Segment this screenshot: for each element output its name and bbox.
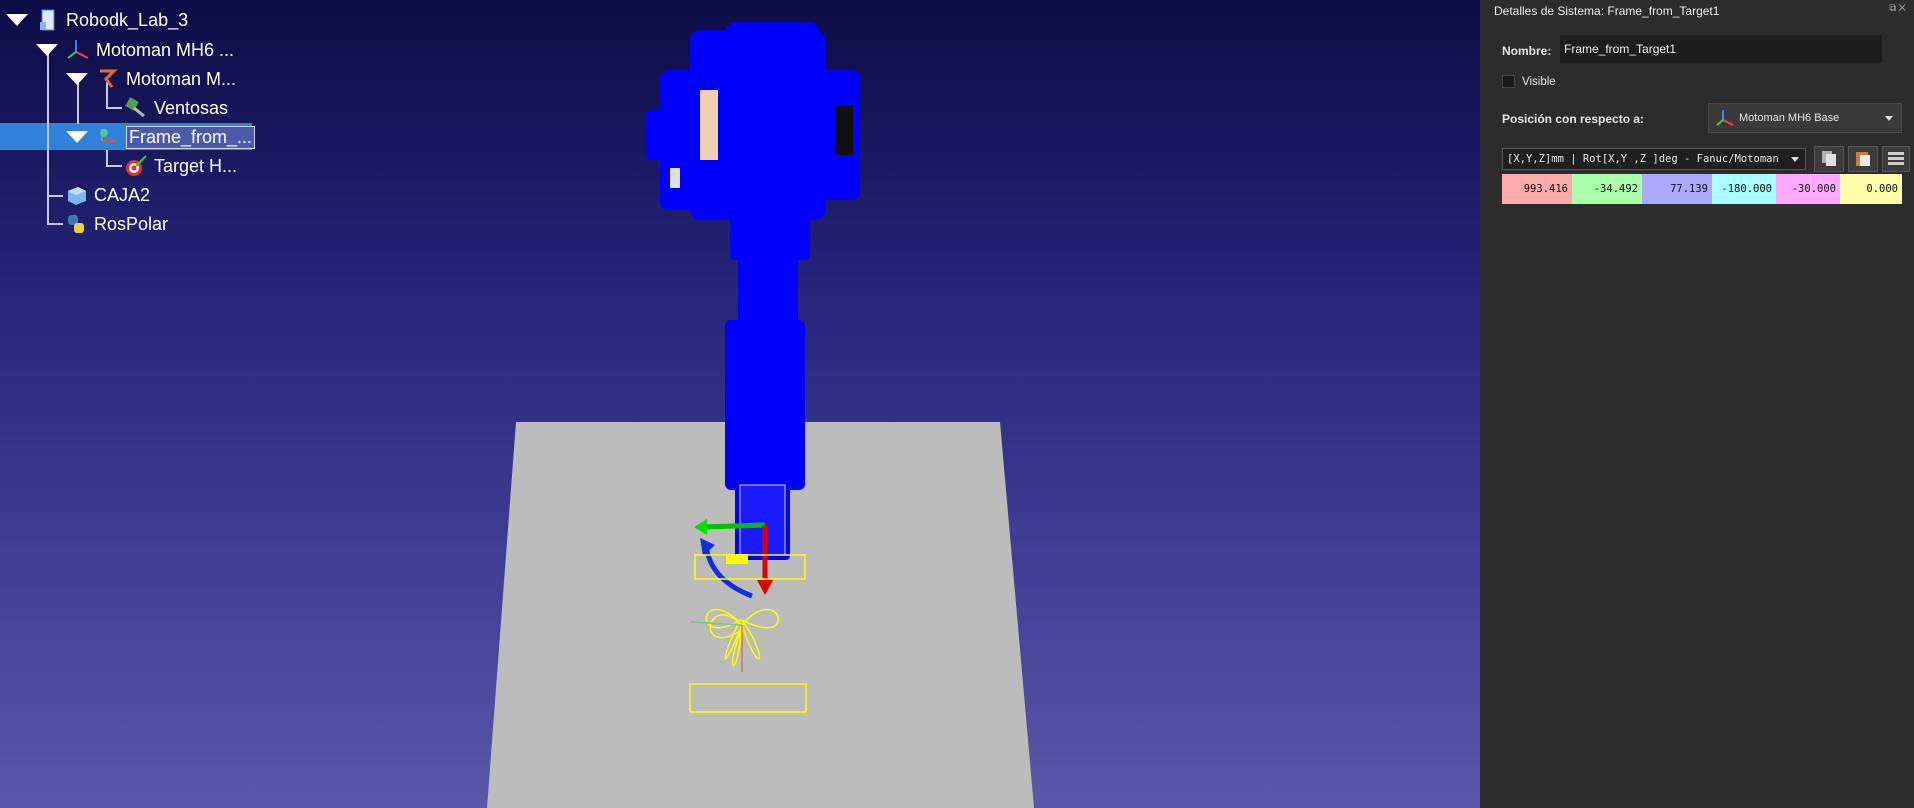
pose-format-value: [X,Y,Z]mm | Rot[X,Y ,Z ]deg - Fanuc/Moto… xyxy=(1507,153,1779,165)
tree-item-label: CAJA2 xyxy=(94,184,151,205)
tree-item-target[interactable]: Target H... xyxy=(124,152,237,180)
robot-icon xyxy=(96,67,120,91)
tree-item-label: Robodk_Lab_3 xyxy=(66,9,189,30)
chevron-down-icon xyxy=(1885,116,1893,121)
panel-float-close-icons[interactable]: ⧉✕ xyxy=(1889,3,1908,14)
station-icon xyxy=(36,8,60,32)
name-field[interactable] xyxy=(1560,35,1882,63)
visible-checkbox[interactable] xyxy=(1502,75,1515,88)
pose-value-field[interactable] xyxy=(1642,174,1712,204)
tree-item-label: RosPolar xyxy=(94,213,169,234)
expand-arrow-icon[interactable] xyxy=(6,14,28,26)
tree-connector xyxy=(47,52,49,224)
tree-item-tool[interactable]: Ventosas xyxy=(124,94,228,122)
copy-icon xyxy=(1820,149,1838,170)
copy-pose-button[interactable] xyxy=(1814,146,1844,172)
expand-arrow-icon[interactable] xyxy=(36,44,58,56)
paste-pose-button[interactable] xyxy=(1848,146,1878,172)
pose-value-field[interactable] xyxy=(1712,174,1776,204)
robot-base-frame-icon xyxy=(1715,108,1735,128)
reference-frame-icon xyxy=(96,125,120,149)
station-tree[interactable]: Robodk_Lab_3 Motoman MH6 ... Motoman M..… xyxy=(0,0,300,240)
menu-icon xyxy=(1887,150,1905,169)
tree-item-label: Motoman MH6 ... xyxy=(96,39,235,60)
name-label: Nombre: xyxy=(1502,44,1552,58)
tree-item-program[interactable]: RosPolar xyxy=(64,210,168,238)
tree-connector xyxy=(106,107,122,109)
expand-arrow-icon[interactable] xyxy=(66,131,88,143)
tree-item-label: Ventosas xyxy=(154,97,229,118)
pose-value-field[interactable] xyxy=(1776,174,1840,204)
tool-icon xyxy=(124,96,148,120)
details-panel: Detalles de Sistema: Frame_from_Target1 … xyxy=(1480,0,1914,808)
pose-value-field[interactable] xyxy=(1572,174,1642,204)
tree-item-label: Target H... xyxy=(154,155,238,176)
expand-arrow-icon[interactable] xyxy=(66,73,88,85)
tree-item-frame[interactable]: Frame_from_... xyxy=(66,123,256,151)
3d-viewport[interactable]: Robodk_Lab_3 Motoman MH6 ... Motoman M..… xyxy=(0,0,1480,808)
tree-item-robot[interactable]: Motoman M... xyxy=(66,65,236,93)
position-relative-label: Posición con respecto a: xyxy=(1502,112,1645,126)
reference-frame-value: Motoman MH6 Base xyxy=(1739,112,1840,124)
tree-connector xyxy=(106,165,122,167)
target-icon xyxy=(124,154,148,178)
chevron-down-icon xyxy=(1791,157,1799,162)
tree-item-station[interactable]: Robodk_Lab_3 xyxy=(6,6,188,34)
visible-label: Visible xyxy=(1522,76,1556,88)
tree-item-label: Motoman M... xyxy=(126,68,237,89)
robot-base-frame-icon xyxy=(66,38,90,62)
tree-item-robot-base[interactable]: Motoman MH6 ... xyxy=(36,36,234,64)
pose-value-field[interactable] xyxy=(1502,174,1572,204)
python-icon xyxy=(64,212,88,236)
reference-frame-select[interactable]: Motoman MH6 Base xyxy=(1708,103,1902,133)
tree-connector xyxy=(106,150,108,166)
tree-connector xyxy=(47,223,63,225)
tree-item-object[interactable]: CAJA2 xyxy=(64,181,150,209)
tree-item-label[interactable]: Frame_from_... xyxy=(126,125,256,149)
pose-value-field[interactable] xyxy=(1840,174,1902,204)
paste-icon xyxy=(1854,149,1872,170)
tree-connector xyxy=(47,195,63,197)
panel-title: Detalles de Sistema: Frame_from_Target1 xyxy=(1494,4,1720,18)
pose-format-select[interactable]: [X,Y,Z]mm | Rot[X,Y ,Z ]deg - Fanuc/Moto… xyxy=(1502,148,1806,170)
pose-values-row xyxy=(1502,174,1902,204)
object-icon xyxy=(64,183,88,207)
pose-menu-button[interactable] xyxy=(1882,146,1910,172)
